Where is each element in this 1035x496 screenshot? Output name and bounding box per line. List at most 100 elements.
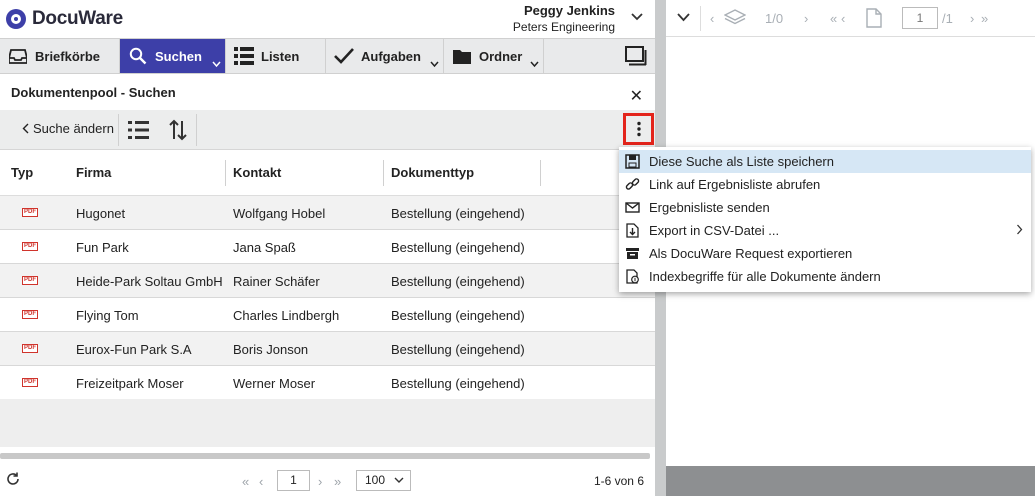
pdf-icon: PDF: [22, 276, 38, 285]
panel-title: Dokumentenpool - Suchen: [11, 85, 176, 100]
table-row[interactable]: PDF Eurox-Fun Park S.A Boris Jonson Best…: [0, 332, 655, 366]
horizontal-scrollbar[interactable]: [0, 453, 650, 459]
table-header: Typ Firma Kontakt Dokumenttyp: [0, 151, 655, 196]
page-size-select[interactable]: 100: [356, 470, 411, 491]
tab-aufgaben[interactable]: Aufgaben: [326, 39, 444, 73]
pagination-bar: « ‹ 1 › » 100 1-6 von 6: [0, 462, 655, 496]
cell-dokumenttyp: Bestellung (eingehend): [391, 274, 525, 289]
docuware-logo-icon: [6, 9, 26, 29]
prev-page-button[interactable]: ‹: [259, 474, 263, 489]
chevron-down-icon[interactable]: [430, 60, 439, 69]
table-row[interactable]: PDF Hugonet Wolfgang Hobel Bestellung (e…: [0, 196, 655, 230]
pdf-icon: PDF: [22, 310, 38, 319]
search-panel: DocuWare Peggy Jenkins Peters Engineerin…: [0, 0, 655, 496]
back-to-search-button[interactable]: Suche ändern: [22, 121, 114, 136]
tray-icon: [8, 46, 28, 66]
save-icon: [625, 154, 640, 169]
column-header-dokumenttyp[interactable]: Dokumenttyp: [391, 165, 474, 180]
last-page-button[interactable]: »: [334, 474, 341, 489]
column-resize-handle[interactable]: [383, 160, 384, 186]
menu-item-export-csv[interactable]: Export in CSV-Datei ...: [619, 219, 1031, 242]
cell-dokumenttyp: Bestellung (eingehend): [391, 240, 525, 255]
back-label: Suche ändern: [33, 121, 114, 136]
chevron-down-icon[interactable]: [212, 60, 221, 69]
page-number-input[interactable]: 1: [277, 470, 310, 491]
tab-suchen[interactable]: Suchen: [120, 39, 226, 73]
tab-briefkoerbe[interactable]: Briefkörbe: [0, 39, 120, 73]
chevron-left-icon[interactable]: ‹: [841, 11, 845, 26]
cell-firma: Freizeitpark Moser: [76, 376, 184, 391]
first-page-button[interactable]: «: [242, 474, 249, 489]
pdf-icon: PDF: [22, 242, 38, 251]
window-icon[interactable]: [625, 46, 647, 66]
double-chevron-left-icon[interactable]: «: [830, 11, 837, 26]
user-name: Peggy Jenkins: [523, 3, 615, 18]
refresh-icon[interactable]: [6, 472, 20, 486]
cell-firma: Hugonet: [76, 206, 126, 221]
cell-kontakt: Werner Moser: [233, 376, 316, 391]
tab-label: Aufgaben: [361, 48, 421, 64]
column-header-typ[interactable]: Typ: [11, 165, 33, 180]
column-resize-handle[interactable]: [540, 160, 541, 186]
pdf-icon: PDF: [22, 208, 38, 217]
menu-item-export-request[interactable]: Als DocuWare Request exportieren: [619, 242, 1031, 265]
pdf-icon: PDF: [22, 378, 38, 387]
list-icon: [234, 46, 254, 66]
cell-dokumenttyp: Bestellung (eingehend): [391, 376, 525, 391]
tab-label: Suchen: [155, 48, 202, 64]
menu-item-label: Als DocuWare Request exportieren: [649, 246, 853, 261]
menu-item-get-link[interactable]: Link auf Ergebnisliste abrufen: [619, 173, 1031, 196]
chevron-left-icon[interactable]: ‹: [710, 11, 714, 26]
link-icon: [625, 178, 640, 190]
cell-dokumenttyp: Bestellung (eingehend): [391, 342, 525, 357]
layers-icon[interactable]: [724, 9, 746, 27]
main-nav: Briefkörbe Suchen Listen Aufgaben Ordner: [0, 38, 655, 74]
search-icon: [128, 46, 148, 66]
app-header: DocuWare Peggy Jenkins Peters Engineerin…: [0, 0, 655, 38]
docuware-logo[interactable]: DocuWare: [6, 8, 123, 30]
chevron-down-icon[interactable]: [677, 13, 690, 22]
viewer-page-total: /1: [942, 11, 953, 26]
viewer-page-input[interactable]: 1: [902, 7, 938, 29]
export-icon: [626, 223, 639, 238]
menu-item-save-as-list[interactable]: Diese Suche als Liste speichern: [619, 150, 1031, 173]
table-row[interactable]: PDF Heide-Park Soltau GmbH Rainer Schäfe…: [0, 264, 655, 298]
menu-item-send-list[interactable]: Ergebnisliste senden: [619, 196, 1031, 219]
column-resize-handle[interactable]: [225, 160, 226, 186]
column-header-kontakt[interactable]: Kontakt: [233, 165, 281, 180]
chevron-right-icon[interactable]: ›: [970, 11, 974, 26]
chevron-down-icon[interactable]: [631, 11, 643, 23]
table-row[interactable]: PDF Fun Park Jana Spaß Bestellung (einge…: [0, 230, 655, 264]
cell-kontakt: Jana Spaß: [233, 240, 296, 255]
chevron-right-icon[interactable]: ›: [804, 11, 808, 26]
cell-firma: Fun Park: [76, 240, 129, 255]
chevron-down-icon: [394, 477, 404, 483]
pdf-icon: PDF: [22, 344, 38, 353]
more-options-button[interactable]: [623, 113, 654, 145]
double-chevron-right-icon[interactable]: »: [981, 11, 988, 26]
viewer-toolbar: ‹ 1/0 › « ‹ 1 /1 › »: [666, 0, 1035, 37]
cell-kontakt: Boris Jonson: [233, 342, 309, 357]
user-info[interactable]: Peggy Jenkins Peters Engineering: [513, 3, 615, 34]
vertical-dots-icon: [636, 121, 641, 137]
tab-ordner[interactable]: Ordner: [444, 39, 544, 73]
toolbar-divider: [196, 114, 197, 146]
next-page-button[interactable]: ›: [318, 474, 322, 489]
result-list: PDF Hugonet Wolfgang Hobel Bestellung (e…: [0, 196, 655, 400]
tab-listen[interactable]: Listen: [226, 39, 326, 73]
chevron-down-icon[interactable]: [530, 60, 539, 69]
toolbar-divider: [118, 114, 119, 146]
menu-item-edit-index[interactable]: Indexbegriffe für alle Dokumente ändern: [619, 265, 1031, 288]
close-icon[interactable]: ✕: [630, 86, 643, 106]
cell-firma: Heide-Park Soltau GmbH: [76, 274, 223, 289]
more-options-menu: Diese Suche als Liste speichern Link auf…: [619, 147, 1031, 292]
sort-icon[interactable]: [168, 119, 188, 141]
cell-kontakt: Charles Lindbergh: [233, 308, 340, 323]
tab-label: Briefkörbe: [35, 48, 101, 64]
column-header-firma[interactable]: Firma: [76, 165, 111, 180]
menu-item-label: Ergebnisliste senden: [649, 200, 770, 215]
list-view-icon[interactable]: [128, 120, 150, 140]
table-row[interactable]: PDF Flying Tom Charles Lindbergh Bestell…: [0, 298, 655, 332]
page-icon: [866, 8, 882, 28]
table-row[interactable]: PDF Freizeitpark Moser Werner Moser Best…: [0, 366, 655, 400]
